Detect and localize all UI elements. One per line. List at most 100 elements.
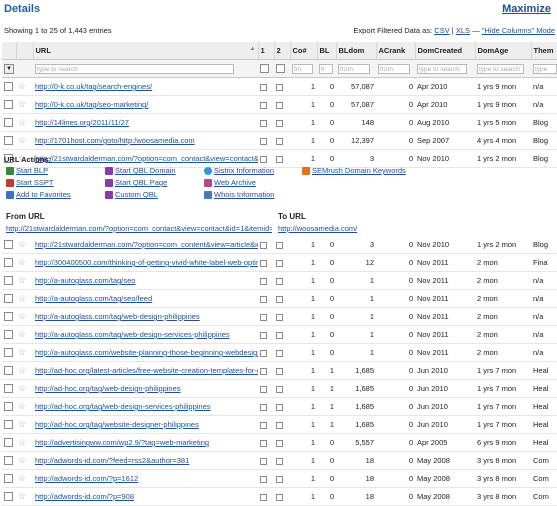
row-check-1[interactable] [260, 349, 267, 357]
row-url-link[interactable]: http://a-autoglass.com/website-planning-… [35, 348, 258, 357]
row-url-link[interactable]: http://1701host.com/goto/http:/woosamedi… [35, 136, 195, 145]
col-2-header[interactable]: 2 [274, 42, 291, 60]
row-check-1[interactable] [260, 259, 267, 267]
row-url-link[interactable]: http://300400500.com/thinking-of-getting… [35, 258, 258, 267]
start-sspt-link[interactable]: Start SSPT [6, 178, 54, 188]
row-check-1[interactable] [260, 313, 267, 321]
row-check-2[interactable] [276, 241, 283, 249]
row-check-2[interactable] [276, 349, 283, 357]
row-url-link[interactable]: http://ad-hoc.org/tag/web-design-service… [35, 402, 211, 411]
add-favorites-link[interactable]: Add to Favorites [6, 190, 71, 200]
star-icon[interactable]: ☆ [18, 383, 26, 393]
star-icon[interactable]: ☆ [18, 239, 26, 249]
row-url-link[interactable]: http://a-autoglass.com/tag/seo/feed [35, 294, 152, 303]
row-url-link[interactable]: http://advertisingww.com/wp2.9/?tag=web-… [35, 438, 209, 447]
row-check-1[interactable] [260, 137, 267, 145]
star-icon[interactable]: ☆ [18, 365, 26, 375]
row-check-1[interactable] [260, 119, 267, 127]
star-icon[interactable]: ☆ [18, 81, 26, 91]
row-check-1[interactable] [260, 439, 267, 447]
table-row[interactable]: ☆ http://a-autoglass.com/tag/web-design-p… [2, 307, 557, 326]
row-check-1[interactable] [260, 241, 267, 249]
export-xls-link[interactable]: XLS [456, 26, 470, 35]
table-row[interactable]: ☆ http://1701host.com/goto/http:/woosamed… [2, 131, 557, 150]
table-row[interactable]: ☆ http://adwords-id.com/?p=908 1 0 18 0 May 20… [2, 487, 557, 506]
star-icon[interactable]: ☆ [18, 275, 26, 285]
row-check-2[interactable] [276, 421, 283, 429]
col-theme-header[interactable]: Them [531, 42, 557, 60]
url-filter-input[interactable]: type to search [35, 63, 234, 74]
row-check-2[interactable] [276, 277, 283, 285]
row-url-link[interactable]: http://21stwardalderman.com/?option=com_… [35, 240, 258, 249]
row-checkbox[interactable] [4, 240, 13, 250]
custom-qbl-link[interactable]: Custom QBL [105, 190, 158, 200]
col-acrank-header[interactable]: ACrank [376, 42, 416, 60]
theme-filter-input[interactable]: type [533, 63, 557, 74]
table-row[interactable]: ☆ http://a-autoglass.com/tag/seo/feed 1 0 1 0… [2, 289, 557, 308]
row-check-1[interactable] [260, 421, 267, 429]
row-check-2[interactable] [276, 403, 283, 411]
bldom-from-input[interactable]: from [338, 63, 371, 74]
star-icon[interactable]: ☆ [18, 99, 26, 109]
maximize-link[interactable]: Maximize [502, 3, 551, 15]
row-checkbox[interactable] [4, 402, 13, 412]
row-url-link[interactable]: http://a-autoglass.com/tag/web-design-se… [35, 330, 230, 339]
row-checkbox[interactable] [4, 492, 13, 502]
star-icon[interactable]: ☆ [18, 491, 26, 501]
row-check-1[interactable] [260, 385, 267, 393]
row-url-link[interactable]: http://adwords-id.com/?p=1612 [35, 474, 138, 483]
row-checkbox[interactable] [4, 294, 13, 304]
row-check-1[interactable] [260, 475, 267, 483]
star-icon[interactable]: ☆ [18, 437, 26, 447]
row-check-1[interactable] [260, 277, 267, 285]
row-check-1[interactable] [260, 493, 267, 501]
star-icon[interactable]: ☆ [18, 419, 26, 429]
row-checkbox[interactable] [4, 420, 13, 430]
col-domcreated-header[interactable]: DomCreated [415, 42, 476, 60]
table-row[interactable]: ☆ http://ad-hoc.org/tag/website-designer-… [2, 415, 557, 434]
star-icon[interactable]: ☆ [18, 117, 26, 127]
acrank-from-input[interactable]: from [378, 63, 410, 74]
row-check-2[interactable] [276, 331, 283, 339]
row-url-link[interactable]: http://a-autoglass.com/tag/web-design-ph… [35, 312, 200, 321]
star-icon[interactable]: ☆ [18, 311, 26, 321]
star-icon[interactable]: ☆ [18, 257, 26, 267]
row-check-1[interactable] [260, 403, 267, 411]
sort-up-icon[interactable]: ▲ [250, 46, 256, 52]
row-check-2[interactable] [276, 385, 283, 393]
row-check-1[interactable] [260, 83, 267, 91]
to-url-value[interactable]: http://woosamedia.com/ [278, 224, 478, 233]
row-checkbox[interactable] [4, 136, 13, 146]
row-check-2[interactable] [276, 295, 283, 303]
table-row[interactable]: ☆ http://300400500.com/thinking-of-gettin… [2, 253, 557, 272]
row-checkbox[interactable] [4, 118, 13, 128]
table-row[interactable]: ☆ http://0-k.co.uk/tag/search-engines/1 0 5… [2, 77, 557, 96]
row-check-1[interactable] [260, 101, 267, 109]
row-checkbox[interactable] [4, 438, 13, 448]
star-icon[interactable]: ☆ [18, 473, 26, 483]
table-row[interactable]: ☆ http://adwords-id.com/?p=1612 1 0 18 0 May 2… [2, 469, 557, 488]
row-url-link[interactable]: http://0-k.co.uk/tag/search-engines/ [35, 82, 152, 91]
table-row[interactable]: ☆ http://ad-hoc.org/tag/web-design-servic… [2, 397, 557, 416]
star-icon[interactable]: ☆ [18, 329, 26, 339]
row-check-1[interactable] [260, 367, 267, 375]
row-check-2[interactable] [276, 137, 283, 145]
row-check-2[interactable] [276, 475, 283, 483]
row-check-2[interactable] [276, 119, 283, 127]
table-row[interactable]: ☆ http://0-k.co.uk/tag/seo-marketing/1 0 57… [2, 95, 557, 114]
semrush-link[interactable]: SEMrush Domain Keywords [302, 166, 406, 176]
row-url-link[interactable]: http://ad-hoc.org/tag/web-design-philipp… [35, 384, 181, 393]
row-url-link[interactable]: http://14lines.org/2011/11/27 [35, 118, 129, 127]
row-check-2[interactable] [276, 259, 283, 267]
row-check-2[interactable] [276, 101, 283, 109]
sistrix-link[interactable]: Sistrix Information [204, 166, 274, 176]
row-checkbox[interactable] [4, 258, 13, 268]
row-check-2[interactable] [276, 83, 283, 91]
star-icon[interactable]: ☆ [18, 455, 26, 465]
star-icon[interactable]: ☆ [18, 135, 26, 145]
filter-2-checkbox[interactable] [276, 64, 285, 74]
row-url-link[interactable]: http://0-k.co.uk/tag/seo-marketing/ [35, 100, 148, 109]
row-url-link[interactable]: http://adwords-id.com/?p=908 [35, 492, 134, 501]
start-qbl-domain-link[interactable]: Start QBL Domain [105, 166, 176, 176]
row-check-2[interactable] [276, 367, 283, 375]
